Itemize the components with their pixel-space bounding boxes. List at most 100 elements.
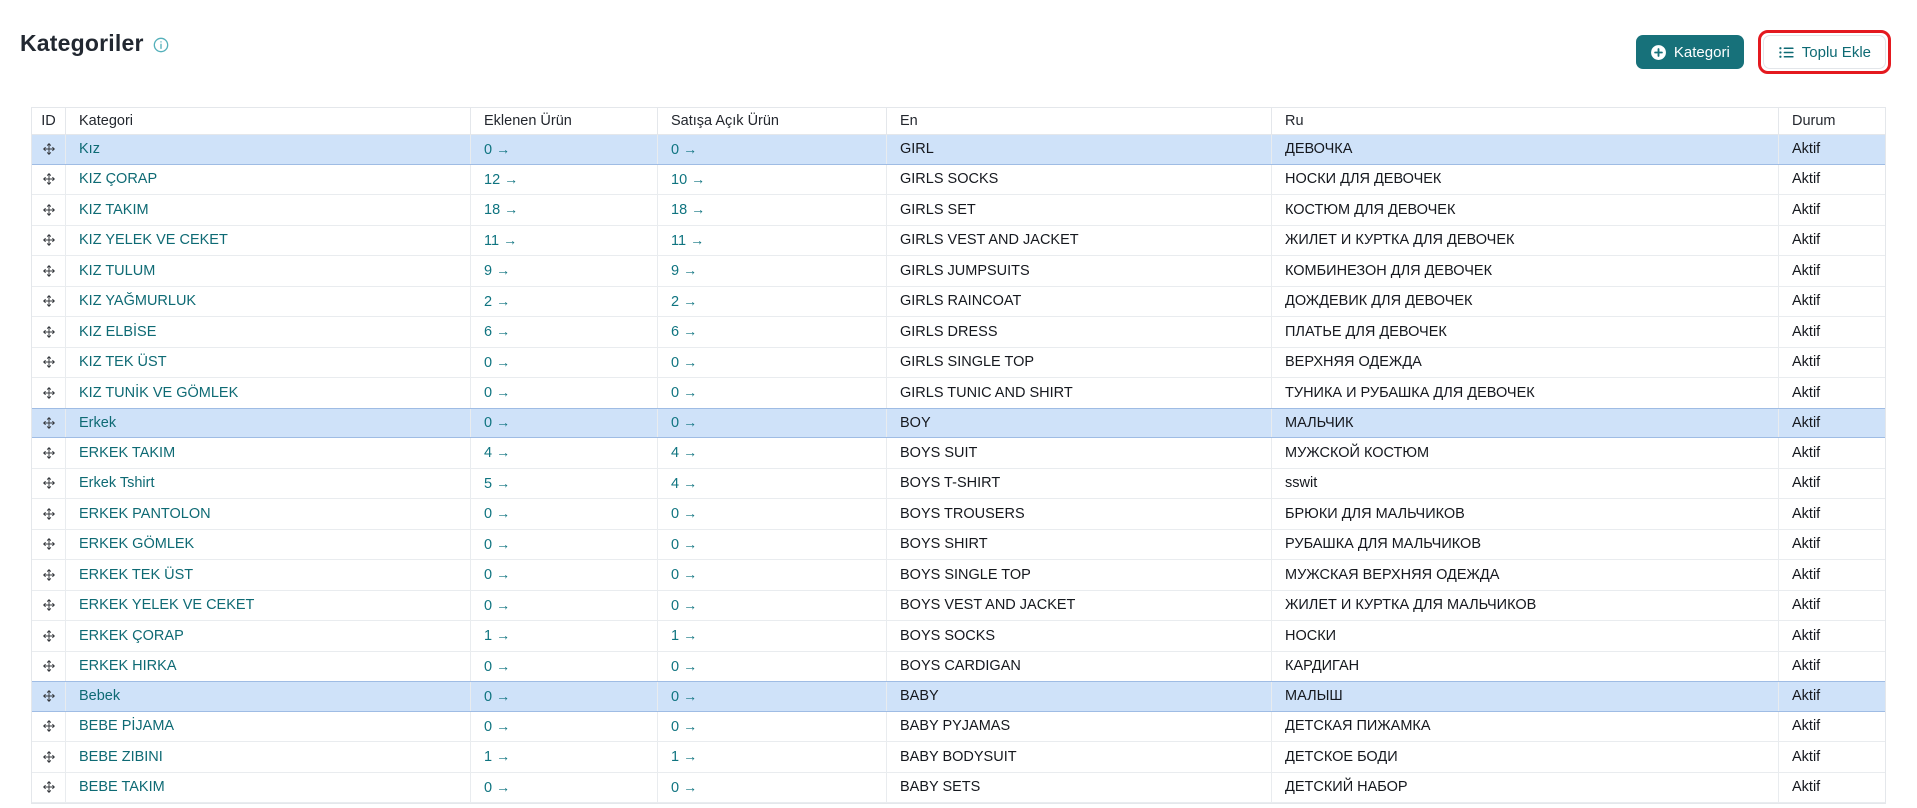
open-for-sale-link[interactable]: 9 →	[671, 262, 697, 279]
drag-handle[interactable]	[32, 438, 66, 468]
move-icon[interactable]	[42, 689, 56, 703]
open-for-sale-link[interactable]: 0 →	[671, 658, 697, 675]
category-link[interactable]: ERKEK GÖMLEK	[79, 536, 194, 552]
category-link[interactable]: ERKEK TAKIM	[79, 445, 175, 461]
added-products-link[interactable]: 6 →	[484, 323, 510, 340]
drag-handle[interactable]	[32, 165, 66, 195]
drag-handle[interactable]	[32, 712, 66, 742]
added-products-link[interactable]: 0 →	[484, 688, 510, 705]
move-icon[interactable]	[42, 719, 56, 733]
drag-handle[interactable]	[32, 591, 66, 621]
open-for-sale-link[interactable]: 4 →	[671, 444, 697, 461]
open-for-sale-link[interactable]: 0 →	[671, 384, 697, 401]
move-icon[interactable]	[42, 172, 56, 186]
added-products-link[interactable]: 12 →	[484, 171, 518, 188]
category-link[interactable]: KIZ YAĞMURLUK	[79, 293, 196, 309]
drag-handle[interactable]	[32, 530, 66, 560]
category-link[interactable]: Erkek Tshirt	[79, 475, 154, 491]
drag-handle[interactable]	[32, 409, 66, 438]
open-for-sale-link[interactable]: 0 →	[671, 414, 697, 431]
category-link[interactable]: KIZ ELBİSE	[79, 324, 156, 340]
open-for-sale-link[interactable]: 0 →	[671, 141, 697, 158]
category-link[interactable]: KIZ ÇORAP	[79, 171, 157, 187]
added-products-link[interactable]: 1 →	[484, 627, 510, 644]
drag-handle[interactable]	[32, 499, 66, 529]
added-products-link[interactable]: 0 →	[484, 536, 510, 553]
added-products-link[interactable]: 18 →	[484, 201, 518, 218]
added-products-link[interactable]: 2 →	[484, 293, 510, 310]
open-for-sale-link[interactable]: 11 →	[671, 232, 704, 249]
added-products-link[interactable]: 0 →	[484, 384, 510, 401]
drag-handle[interactable]	[32, 742, 66, 772]
move-icon[interactable]	[42, 537, 56, 551]
category-link[interactable]: ERKEK ÇORAP	[79, 628, 184, 644]
open-for-sale-link[interactable]: 0 →	[671, 566, 697, 583]
category-link[interactable]: ERKEK YELEK VE CEKET	[79, 597, 254, 613]
category-link[interactable]: Bebek	[79, 688, 120, 704]
move-icon[interactable]	[42, 142, 56, 156]
added-products-link[interactable]: 0 →	[484, 141, 510, 158]
category-link[interactable]: BEBE PİJAMA	[79, 718, 174, 734]
info-icon[interactable]	[153, 37, 169, 53]
move-icon[interactable]	[42, 325, 56, 339]
category-link[interactable]: KIZ TAKIM	[79, 202, 149, 218]
move-icon[interactable]	[42, 507, 56, 521]
move-icon[interactable]	[42, 476, 56, 490]
move-icon[interactable]	[42, 750, 56, 764]
open-for-sale-link[interactable]: 1 →	[671, 627, 697, 644]
move-icon[interactable]	[42, 568, 56, 582]
category-link[interactable]: KIZ TUNİK VE GÖMLEK	[79, 385, 238, 401]
open-for-sale-link[interactable]: 0 →	[671, 505, 697, 522]
added-products-link[interactable]: 0 →	[484, 414, 510, 431]
add-category-button[interactable]: Kategori	[1636, 35, 1744, 69]
open-for-sale-link[interactable]: 0 →	[671, 536, 697, 553]
category-link[interactable]: Erkek	[79, 415, 116, 431]
category-link[interactable]: ERKEK TEK ÜST	[79, 567, 193, 583]
added-products-link[interactable]: 0 →	[484, 354, 510, 371]
added-products-link[interactable]: 0 →	[484, 505, 510, 522]
category-link[interactable]: Kız	[79, 141, 100, 157]
open-for-sale-link[interactable]: 1 →	[671, 748, 697, 765]
category-link[interactable]: BEBE ZIBINI	[79, 749, 163, 765]
added-products-link[interactable]: 1 →	[484, 748, 510, 765]
category-link[interactable]: KIZ YELEK VE CEKET	[79, 232, 228, 248]
drag-handle[interactable]	[32, 773, 66, 803]
move-icon[interactable]	[42, 233, 56, 247]
category-link[interactable]: BEBE TAKIM	[79, 779, 165, 795]
open-for-sale-link[interactable]: 0 →	[671, 779, 697, 796]
open-for-sale-link[interactable]: 10 →	[671, 171, 705, 188]
move-icon[interactable]	[42, 386, 56, 400]
move-icon[interactable]	[42, 780, 56, 794]
drag-handle[interactable]	[32, 378, 66, 408]
move-icon[interactable]	[42, 416, 56, 430]
drag-handle[interactable]	[32, 226, 66, 256]
open-for-sale-link[interactable]: 6 →	[671, 323, 697, 340]
open-for-sale-link[interactable]: 18 →	[671, 201, 705, 218]
move-icon[interactable]	[42, 446, 56, 460]
added-products-link[interactable]: 0 →	[484, 779, 510, 796]
open-for-sale-link[interactable]: 4 →	[671, 475, 697, 492]
added-products-link[interactable]: 0 →	[484, 566, 510, 583]
open-for-sale-link[interactable]: 0 →	[671, 354, 697, 371]
drag-handle[interactable]	[32, 348, 66, 378]
open-for-sale-link[interactable]: 0 →	[671, 688, 697, 705]
move-icon[interactable]	[42, 629, 56, 643]
open-for-sale-link[interactable]: 0 →	[671, 597, 697, 614]
category-link[interactable]: ERKEK PANTOLON	[79, 506, 211, 522]
added-products-link[interactable]: 11 →	[484, 232, 517, 249]
open-for-sale-link[interactable]: 2 →	[671, 293, 697, 310]
added-products-link[interactable]: 9 →	[484, 262, 510, 279]
added-products-link[interactable]: 0 →	[484, 658, 510, 675]
added-products-link[interactable]: 0 →	[484, 597, 510, 614]
added-products-link[interactable]: 4 →	[484, 444, 510, 461]
drag-handle[interactable]	[32, 560, 66, 590]
added-products-link[interactable]: 5 →	[484, 475, 510, 492]
drag-handle[interactable]	[32, 317, 66, 347]
drag-handle[interactable]	[32, 652, 66, 682]
drag-handle[interactable]	[32, 256, 66, 286]
move-icon[interactable]	[42, 355, 56, 369]
category-link[interactable]: KIZ TEK ÜST	[79, 354, 167, 370]
category-link[interactable]: ERKEK HIRKA	[79, 658, 177, 674]
bulk-add-button[interactable]: Toplu Ekle	[1763, 35, 1886, 69]
move-icon[interactable]	[42, 264, 56, 278]
